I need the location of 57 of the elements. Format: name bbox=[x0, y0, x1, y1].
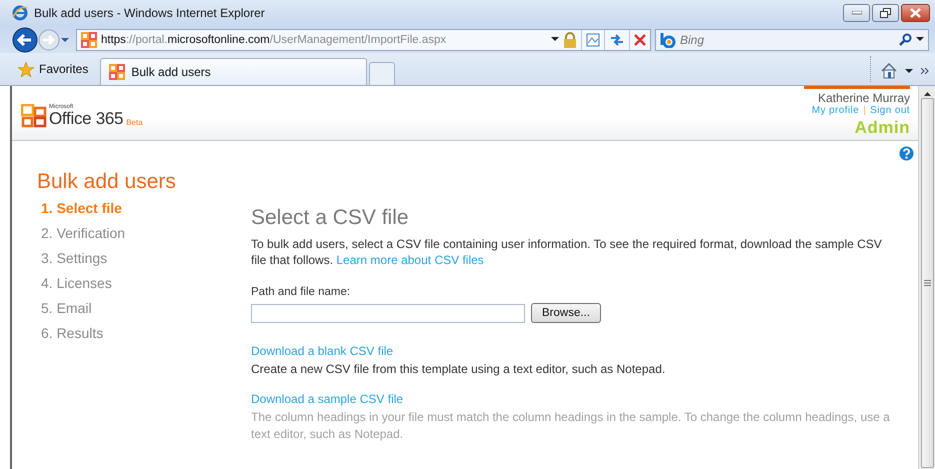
restore-button[interactable] bbox=[872, 4, 899, 22]
scroll-up-icon[interactable] bbox=[924, 92, 930, 96]
vertical-scrollbar[interactable] bbox=[918, 86, 935, 469]
intro-text: To bulk add users, select a CSV file containing user information. To see the required format, download the sample CSV file that follows. Learn more about CSV files bbox=[251, 236, 883, 268]
wizard-step: 4. Licenses bbox=[41, 274, 251, 293]
help-icon[interactable] bbox=[899, 146, 914, 161]
grip-icon bbox=[924, 280, 930, 286]
minimize-icon bbox=[852, 11, 862, 15]
browse-button[interactable]: Browse... bbox=[531, 303, 601, 323]
office-logo-icon bbox=[21, 104, 47, 128]
close-icon bbox=[910, 8, 921, 18]
dropdown-caret-icon[interactable] bbox=[905, 68, 913, 74]
field-label: Path and file name: bbox=[251, 286, 352, 298]
dropdown-caret-icon[interactable] bbox=[916, 37, 924, 42]
role-label: Admin bbox=[854, 118, 910, 138]
lock-icon bbox=[563, 32, 577, 48]
bing-logo-icon bbox=[660, 32, 676, 48]
window-title: Bulk add users - Windows Internet Explorer bbox=[34, 6, 266, 20]
profile-link[interactable]: My profile bbox=[812, 105, 860, 116]
compatibility-view-icon[interactable] bbox=[586, 32, 600, 46]
restore-icon bbox=[880, 8, 891, 18]
browser-logo-icon bbox=[12, 5, 28, 21]
dropdown-caret-icon[interactable] bbox=[551, 37, 559, 42]
wizard-step: 3. Settings bbox=[41, 249, 251, 268]
download-description: The column headings in your file must match the column headings in the sample. To change the column headings, use a text editor, such as Notepad. bbox=[251, 409, 891, 443]
download-link[interactable]: Download a blank CSV file bbox=[251, 344, 394, 358]
minimize-button[interactable] bbox=[843, 4, 870, 22]
back-button[interactable] bbox=[12, 26, 38, 52]
search-field[interactable]: Bing bbox=[655, 28, 929, 50]
edition-label: Beta bbox=[126, 118, 143, 127]
learn-more-link[interactable]: Learn more about CSV files bbox=[336, 253, 484, 267]
link-separator: | bbox=[863, 105, 866, 116]
address-field[interactable]: https://portal.microsoftonline.com/UserManagement/ImportFile.aspx bbox=[76, 28, 651, 50]
download-description: Create a new CSV file from this template using a text editor, such as Notepad. bbox=[251, 361, 666, 378]
favorites-button[interactable]: Favorites bbox=[12, 56, 96, 82]
stop-icon[interactable] bbox=[634, 34, 646, 46]
star-icon bbox=[18, 62, 34, 76]
section-heading: Select a CSV file bbox=[251, 206, 410, 230]
wizard-step: 5. Email bbox=[41, 299, 251, 318]
brand-name: Office 365 bbox=[49, 110, 124, 128]
sign-out-link[interactable]: Sign out bbox=[870, 105, 910, 116]
more-chevron-icon[interactable] bbox=[921, 68, 929, 74]
close-button[interactable] bbox=[901, 4, 930, 22]
file-path-field[interactable] bbox=[251, 304, 525, 322]
user-name: Katherine Murray bbox=[818, 91, 910, 105]
wizard-step: 6. Results bbox=[41, 324, 251, 343]
home-icon[interactable] bbox=[881, 63, 897, 79]
download-link[interactable]: Download a sample CSV file bbox=[251, 392, 404, 406]
site-icon bbox=[81, 32, 97, 48]
wizard-step: 1. Select file bbox=[41, 199, 251, 218]
site-icon bbox=[109, 64, 126, 80]
page-title: Bulk add users bbox=[37, 170, 177, 194]
search-icon[interactable] bbox=[899, 33, 912, 46]
refresh-icon[interactable] bbox=[609, 32, 625, 46]
scrollbar-thumb[interactable] bbox=[920, 98, 934, 468]
browser-tab[interactable]: Bulk add users bbox=[100, 58, 368, 85]
wizard-step: 2. Verification bbox=[41, 224, 251, 243]
